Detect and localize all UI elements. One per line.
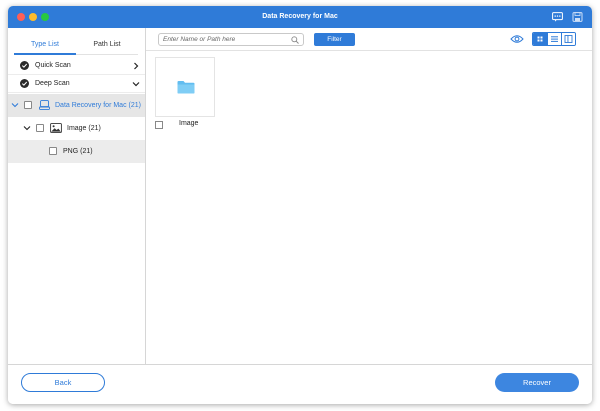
tree-item-drive[interactable]: Data Recovery for Mac (21) (8, 94, 145, 117)
chevron-right-icon[interactable] (132, 62, 140, 70)
sidebar: Type List Path List Quick Scan Deep Scan (8, 28, 146, 371)
feedback-icon[interactable] (552, 12, 563, 22)
image-checkbox[interactable] (36, 124, 44, 132)
deep-scan-row[interactable]: Deep Scan (8, 75, 145, 93)
list-view-icon[interactable] (547, 33, 561, 45)
tab-path-list[interactable]: Path List (76, 36, 138, 55)
image-icon (50, 123, 62, 133)
disclosure-down-icon[interactable] (23, 124, 31, 132)
tab-type-list[interactable]: Type List (14, 36, 76, 55)
grid-view-icon[interactable] (533, 33, 547, 45)
footer-bar: Back Recover (8, 364, 592, 404)
search-input[interactable] (163, 34, 287, 45)
window-title: Data Recovery for Mac (262, 13, 338, 20)
png-checkbox[interactable] (49, 147, 57, 155)
file-tile[interactable] (155, 57, 215, 117)
drive-icon (39, 100, 50, 110)
recover-button[interactable]: Recover (495, 373, 579, 392)
tree-item-label: Data Recovery for Mac (21) (55, 102, 141, 109)
folder-icon (177, 80, 195, 94)
back-button[interactable]: Back (21, 373, 105, 392)
tree-item-label: Image (21) (67, 125, 101, 132)
drive-checkbox[interactable] (24, 101, 32, 109)
search-icon[interactable] (291, 36, 299, 44)
filter-button[interactable]: Filter (314, 33, 355, 46)
app-window: Data Recovery for Mac Type List Path Lis… (8, 6, 592, 404)
detail-view-icon[interactable] (561, 33, 575, 45)
file-tile-label: Image (179, 120, 199, 127)
toolbar: Filter (146, 28, 592, 51)
file-tile-checkbox[interactable] (155, 121, 163, 129)
tree-item-image[interactable]: Image (21) (8, 117, 145, 140)
eye-icon[interactable] (510, 34, 524, 44)
quick-scan-label: Quick Scan (35, 62, 71, 69)
quick-scan-row[interactable]: Quick Scan (8, 57, 145, 75)
chevron-down-icon[interactable] (132, 80, 140, 88)
check-circle-icon (20, 61, 29, 70)
tree-item-png[interactable]: PNG (21) (8, 140, 145, 163)
sidebar-tabs: Type List Path List (14, 36, 138, 55)
check-circle-icon (20, 79, 29, 88)
search-field[interactable] (158, 33, 304, 46)
disclosure-down-icon[interactable] (11, 101, 19, 109)
tree-item-label: PNG (21) (63, 148, 93, 155)
title-bar: Data Recovery for Mac (8, 6, 592, 28)
save-icon[interactable] (572, 12, 583, 22)
deep-scan-label: Deep Scan (35, 80, 70, 87)
view-mode-switcher (532, 32, 576, 46)
file-grid: Image (146, 52, 592, 364)
